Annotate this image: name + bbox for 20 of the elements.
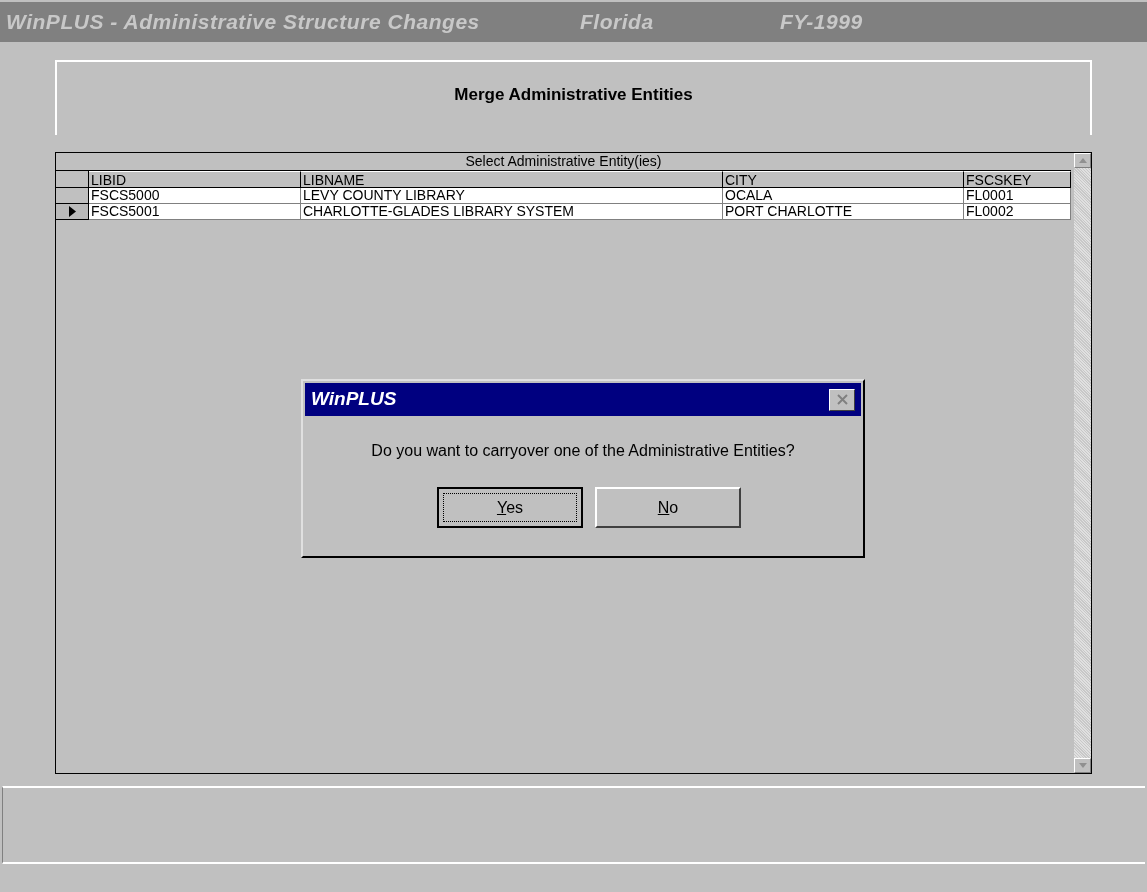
- dialog-message: Do you want to carryover one of the Administrative Entities?: [370, 441, 796, 461]
- table-cell: OCALA: [723, 188, 964, 204]
- column-header[interactable]: LIBNAME: [301, 171, 723, 187]
- table-cell: FL0002: [964, 204, 1071, 220]
- window-title: WinPLUS - Administrative Structure Changes: [6, 9, 481, 36]
- column-header[interactable]: LIBID: [89, 171, 301, 187]
- table-cell: LEVY COUNTY LIBRARY: [301, 188, 723, 204]
- table-cell: FL0001: [964, 188, 1071, 204]
- column-header[interactable]: FSCSKEY: [964, 171, 1071, 187]
- table-cell: PORT CHARLOTTE: [723, 204, 964, 220]
- header-title: Merge Administrative Entities: [454, 84, 693, 106]
- table-cell: CHARLOTTE-GLADES LIBRARY SYSTEM: [301, 204, 723, 220]
- state-label: Florida: [580, 9, 655, 36]
- fiscal-year-label: FY-1999: [780, 9, 863, 36]
- table-cell: FSCS5001: [89, 204, 301, 220]
- table-cell: FSCS5000: [89, 188, 301, 204]
- column-header[interactable]: CITY: [723, 171, 964, 187]
- dialog-title: WinPLUS: [311, 387, 397, 412]
- dialog-button[interactable]: No: [595, 487, 741, 528]
- dialog-button[interactable]: Yes: [437, 487, 583, 528]
